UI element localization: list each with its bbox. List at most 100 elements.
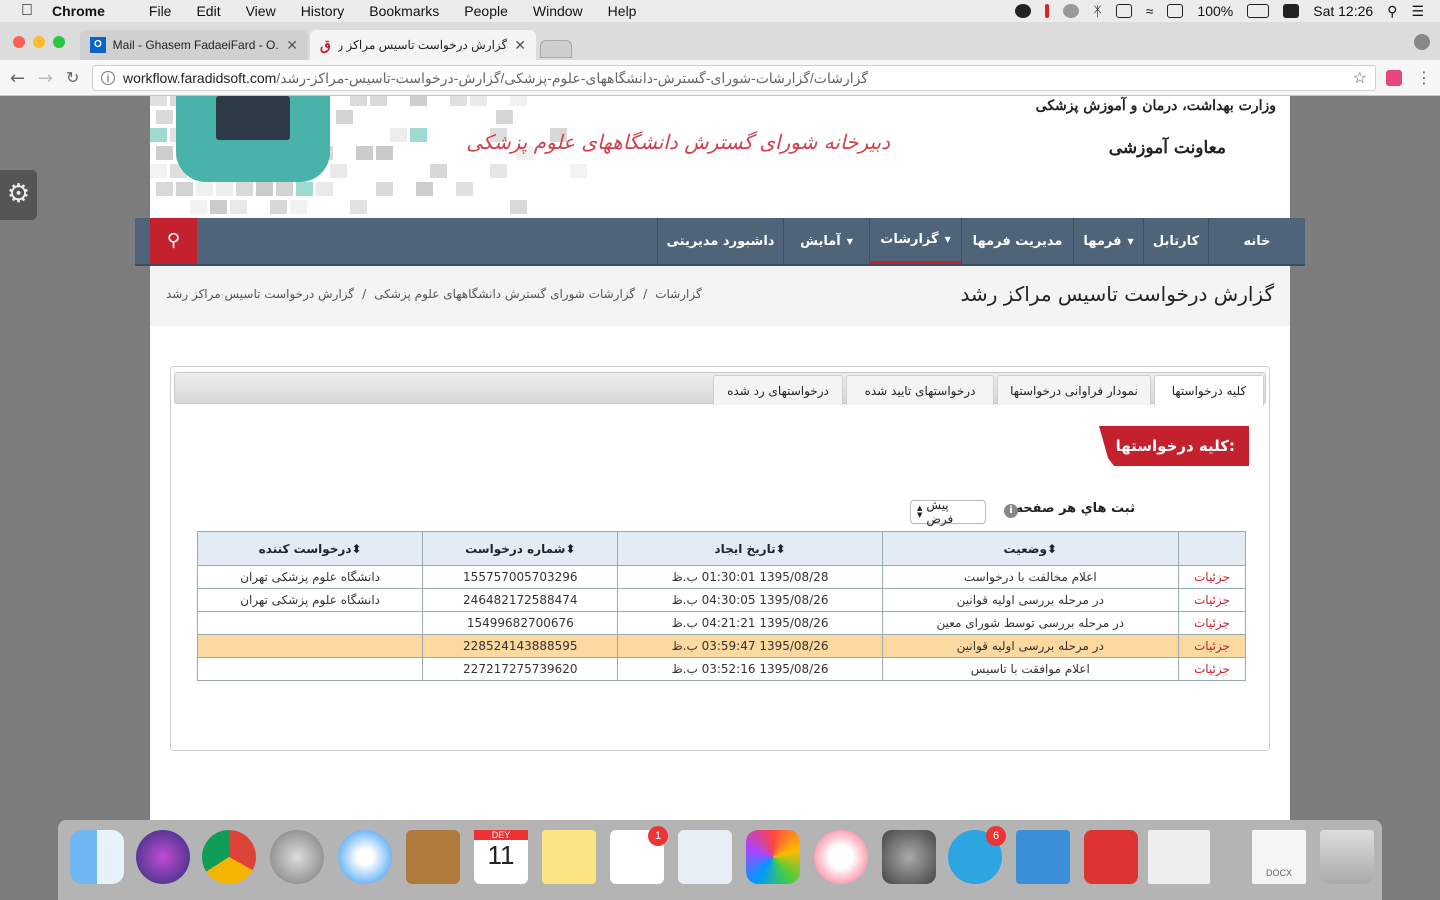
nav-forms[interactable]: فرمها ▼: [1073, 218, 1143, 264]
wifi-icon[interactable]: ≈: [1146, 3, 1154, 19]
details-link[interactable]: جزئیات: [1177, 565, 1247, 589]
docx-label: DOCX: [1265, 868, 1292, 878]
menu-file[interactable]: File: [149, 3, 186, 19]
calendar-icon[interactable]: DEY 11: [474, 830, 528, 884]
breadcrumb-item[interactable]: گزارشات: [655, 287, 701, 301]
tab-close-icon[interactable]: ✕: [514, 37, 526, 54]
tray-arrow-icon[interactable]: [1015, 4, 1032, 18]
chrome-menu-icon[interactable]: ⋮: [1416, 68, 1432, 87]
bookmark-star-icon[interactable]: ☆: [1353, 68, 1367, 88]
menu-view[interactable]: View: [246, 3, 290, 19]
search-icon: ⚲: [166, 230, 181, 251]
launchpad-icon[interactable]: [270, 830, 324, 884]
menu-app-name[interactable]: Chrome: [52, 3, 119, 19]
requester-cell: [196, 611, 424, 635]
tab-approved-requests[interactable]: درخواستهای تایید شده: [846, 375, 994, 405]
date-cell: 1395/08/26 04:30:05 ب.ظ: [617, 588, 883, 612]
window-minimize-button[interactable]: [33, 36, 45, 48]
search-button[interactable]: ⚲: [150, 218, 197, 264]
tab-report[interactable]: ق گزارش درخواست تاسیس مراکز رشد ✕: [310, 30, 536, 60]
trash-icon[interactable]: [1320, 830, 1374, 884]
header-tile: [190, 200, 207, 214]
col-status[interactable]: ⬍وضعیت: [881, 531, 1179, 566]
notes-icon[interactable]: [542, 830, 596, 884]
notification-center-icon[interactable]: ☰: [1411, 3, 1424, 20]
menu-bookmarks[interactable]: Bookmarks: [369, 3, 453, 19]
parallels-desktop-icon[interactable]: [1016, 830, 1070, 884]
header-tile: [370, 96, 387, 106]
menu-edit[interactable]: Edit: [196, 3, 234, 19]
tab-report-title: گزارش درخواست تاسیس مراکز رشد: [337, 38, 508, 52]
menu-history[interactable]: History: [301, 3, 359, 19]
finder-icon[interactable]: [70, 830, 124, 884]
info-icon[interactable]: i: [1004, 504, 1018, 518]
back-icon[interactable]: ←: [10, 68, 25, 89]
tab-mail[interactable]: O Mail - Ghasem FadaeiFard - O... ✕: [80, 30, 308, 60]
nav-cartable[interactable]: کارتابل: [1143, 218, 1208, 264]
reminders-icon[interactable]: 1: [610, 826, 668, 884]
nav-amayesh[interactable]: آمایش ▼: [783, 218, 869, 264]
battery-icon[interactable]: [1247, 4, 1270, 18]
table-row: جزئیات در مرحله بررسی توسط شورای معین 13…: [196, 611, 1247, 635]
forward-icon[interactable]: →: [38, 68, 53, 89]
window-zoom-button[interactable]: [53, 36, 65, 48]
details-link[interactable]: جزئیات: [1177, 588, 1247, 612]
tab-rejected-requests[interactable]: درخواستهای رد شده: [713, 375, 843, 405]
nav-form-management[interactable]: مدیریت فرمها: [961, 218, 1073, 264]
apple-icon[interactable]: : [16, 2, 38, 20]
photo-booth-icon[interactable]: [678, 830, 732, 884]
contacts-icon[interactable]: [406, 830, 460, 884]
tab-all-requests[interactable]: کلیه درخواستها: [1154, 375, 1264, 406]
nav-home[interactable]: خانه: [1208, 218, 1305, 264]
menu-people[interactable]: People: [464, 3, 522, 19]
info-icon[interactable]: i: [101, 71, 115, 85]
docx-file-icon[interactable]: DOCX: [1252, 830, 1306, 884]
tray-keyboard-icon[interactable]: [1115, 4, 1132, 18]
airplay-icon[interactable]: [1167, 4, 1184, 18]
tray-app-icon[interactable]: [1283, 4, 1300, 18]
new-tab-button[interactable]: [540, 40, 572, 58]
itunes-icon[interactable]: [814, 830, 868, 884]
header-tile: [376, 146, 393, 160]
system-preferences-icon[interactable]: [882, 830, 936, 884]
date-cell: 1395/08/26 03:59:47 ب.ظ: [617, 634, 883, 658]
safari-icon[interactable]: [338, 830, 392, 884]
breadcrumb-item[interactable]: گزارشات شورای گسترش دانشگاههای علوم پزشک…: [374, 287, 635, 301]
details-link[interactable]: جزئیات: [1177, 611, 1247, 635]
col-date[interactable]: ⬍تاریخ ایجاد: [617, 531, 883, 566]
spotlight-icon[interactable]: ⚲: [1387, 3, 1397, 20]
chrome-icon[interactable]: [202, 830, 256, 884]
col-requester[interactable]: ⬍درخواست کننده: [196, 531, 424, 566]
telegram-icon[interactable]: 6: [948, 826, 1006, 884]
header-tile: [156, 146, 173, 160]
header-tile: [330, 164, 347, 178]
address-bar[interactable]: i workflow.faradidsoft.com /گزارشات/گزار…: [92, 65, 1376, 91]
report-panel: کلیه درخواستها نمودار فراوانی درخواستها …: [170, 366, 1270, 751]
tray-parallels-icon[interactable]: [1045, 4, 1050, 18]
nav-reports[interactable]: گزارشات ▼: [869, 218, 961, 264]
per-page-select[interactable]: ▲ ▼ پيش فرض: [910, 498, 986, 526]
settings-gear-icon[interactable]: ⚙: [0, 170, 37, 220]
window-thumbnail-icon[interactable]: [1148, 830, 1210, 884]
menu-window[interactable]: Window: [533, 3, 597, 19]
siri-icon[interactable]: [136, 830, 190, 884]
profile-icon[interactable]: [1414, 34, 1430, 50]
clock[interactable]: Sat 12:26: [1313, 3, 1373, 19]
photos-icon[interactable]: [746, 830, 800, 884]
remote-desktop-icon[interactable]: [1084, 830, 1138, 884]
tab-frequency-chart[interactable]: نمودار فراوانی درخواستها: [997, 375, 1151, 405]
window-close-button[interactable]: [13, 36, 25, 48]
tray-cc-icon[interactable]: [1063, 4, 1080, 18]
details-link[interactable]: جزئیات: [1177, 657, 1247, 681]
bluetooth-icon[interactable]: ᛡ: [1093, 3, 1101, 19]
extension-icon[interactable]: [1386, 70, 1402, 86]
nav-dashboard[interactable]: داشبورد مدیریتی: [657, 218, 783, 264]
per-page-value: پيش فرض: [926, 498, 954, 526]
tab-close-icon[interactable]: ✕: [286, 37, 298, 54]
deputy-title: معاونت آموزشی: [1108, 138, 1226, 158]
menu-help[interactable]: Help: [608, 3, 651, 19]
reload-icon[interactable]: ↻: [66, 68, 79, 87]
col-date-label: تاریخ ایجاد: [714, 541, 776, 556]
col-number[interactable]: ⬍شماره درخواست: [422, 531, 619, 566]
details-link[interactable]: جزئیات: [1177, 634, 1247, 658]
